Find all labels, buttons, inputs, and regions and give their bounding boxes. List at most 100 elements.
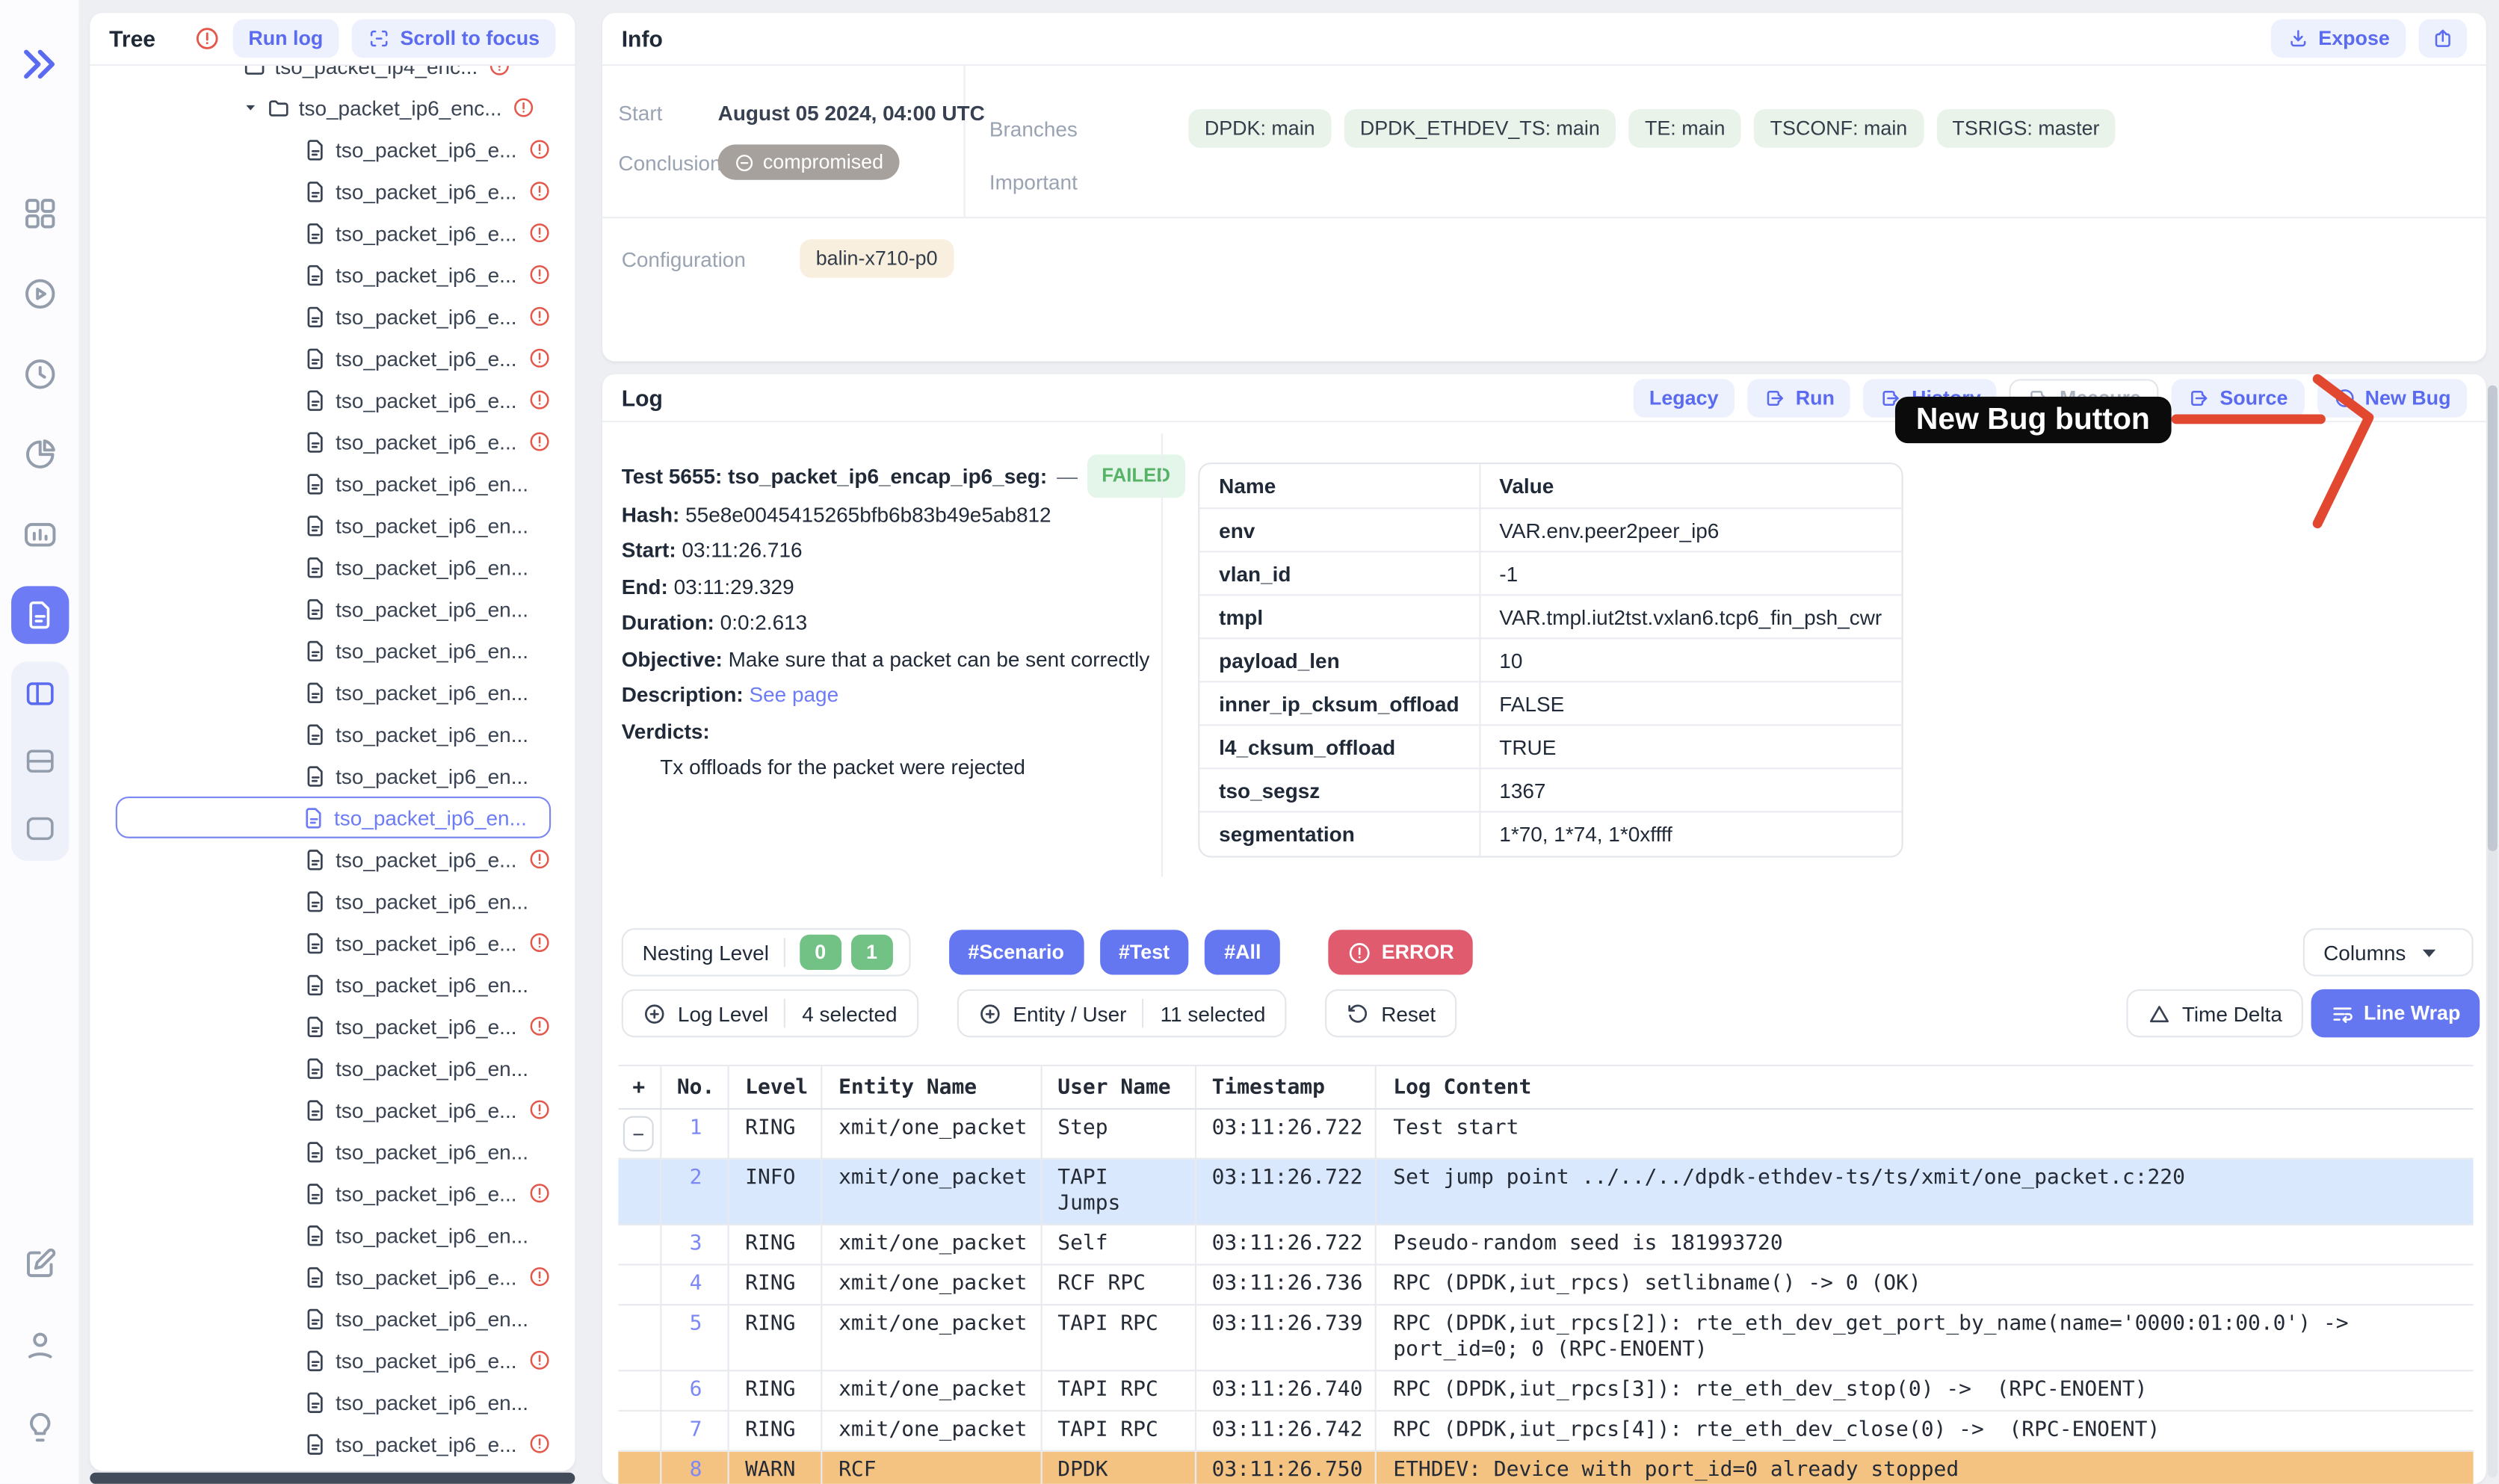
tree-item[interactable]: tso_packet_ip6_e... bbox=[90, 212, 575, 254]
edit-icon[interactable] bbox=[22, 1246, 57, 1282]
legacy-button[interactable]: Legacy bbox=[1633, 378, 1735, 417]
scenario-filter-button[interactable]: #Scenario bbox=[949, 930, 1084, 974]
log-filter-row-2: Log Level 4 selected Entity / User 11 se… bbox=[622, 989, 1457, 1037]
log-row-expand-cell bbox=[618, 1411, 660, 1451]
tree-item[interactable]: tso_packet_ip6_e... bbox=[90, 922, 575, 964]
expose-button[interactable]: Expose bbox=[2270, 19, 2406, 58]
tree-item[interactable]: tso_packet_ip6_en... bbox=[90, 671, 575, 713]
columns-dropdown[interactable]: Columns bbox=[2302, 928, 2473, 976]
dashboard-icon[interactable] bbox=[22, 196, 57, 231]
parameter-row: tso_segsz1367 bbox=[1199, 769, 1901, 812]
tree-item[interactable]: tso_packet_ip6_e... bbox=[90, 1339, 575, 1381]
caret-down-icon bbox=[243, 99, 259, 115]
tree-item-label: tso_packet_ip6_en... bbox=[334, 806, 527, 829]
tree-item[interactable]: tso_packet_ip6_en... bbox=[90, 1214, 575, 1256]
tree-item[interactable]: tso_packet_ip6_en... bbox=[90, 1465, 575, 1471]
line-wrap-button[interactable]: Line Wrap bbox=[2311, 989, 2480, 1037]
log-row-timestamp: 03:11:26.736 bbox=[1195, 1264, 1377, 1305]
tree-item[interactable]: tso_packet_ip6_e... bbox=[90, 1423, 575, 1465]
scroll-to-focus-button[interactable]: Scroll to focus bbox=[352, 19, 556, 58]
tree-warning-icon bbox=[194, 25, 219, 51]
test-filter-button[interactable]: #Test bbox=[1099, 930, 1189, 974]
log-row-number[interactable]: 5 bbox=[660, 1305, 728, 1370]
see-page-link[interactable]: See page bbox=[749, 682, 838, 706]
tree-item[interactable]: tso_packet_ip4_enc... bbox=[90, 66, 575, 87]
time-delta-button[interactable]: Time Delta bbox=[2126, 989, 2303, 1037]
all-filter-button[interactable]: #All bbox=[1205, 930, 1280, 974]
file-icon bbox=[303, 889, 327, 913]
square-panel-icon[interactable] bbox=[23, 812, 55, 844]
panel-left-icon[interactable] bbox=[23, 678, 55, 710]
log-row-timestamp: 03:11:26.722 bbox=[1195, 1225, 1377, 1265]
log-row-level: RING bbox=[729, 1305, 822, 1370]
user-icon[interactable] bbox=[22, 1329, 57, 1364]
bar-chart-icon[interactable] bbox=[22, 517, 57, 552]
tree-item[interactable]: tso_packet_ip6_e... bbox=[90, 254, 575, 296]
tree-item[interactable]: tso_packet_ip6_e... bbox=[90, 129, 575, 170]
tree-item[interactable]: tso_packet_ip6_en... bbox=[90, 755, 575, 797]
log-row-number[interactable]: 1 bbox=[660, 1109, 728, 1159]
log-row-number[interactable]: 8 bbox=[660, 1451, 728, 1484]
tree-item[interactable]: tso_packet_ip6_en... bbox=[90, 880, 575, 922]
log-row-number[interactable]: 2 bbox=[660, 1159, 728, 1225]
entity-user-filter[interactable]: Entity / User 11 selected bbox=[957, 989, 1286, 1037]
conclusion-badge: compromised bbox=[718, 144, 900, 179]
tree-item[interactable]: tso_packet_ip6_e... bbox=[90, 170, 575, 212]
tree-item[interactable]: tso_packet_ip6_e... bbox=[90, 337, 575, 379]
file-icon bbox=[303, 930, 327, 954]
tree-horizontal-scrollbar[interactable] bbox=[90, 1473, 575, 1484]
share-button[interactable] bbox=[2419, 19, 2467, 58]
run-log-button[interactable]: Run log bbox=[232, 19, 339, 58]
tree-item[interactable]: tso_packet_ip6_en... bbox=[90, 1131, 575, 1172]
log-level-filter[interactable]: Log Level 4 selected bbox=[622, 989, 918, 1037]
log-row-user: Step bbox=[1041, 1109, 1195, 1159]
parameter-name: tmpl bbox=[1199, 596, 1480, 639]
tree-item[interactable]: tso_packet_ip6_e... bbox=[90, 295, 575, 337]
tree-item[interactable]: tso_packet_ip6_en... bbox=[90, 963, 575, 1005]
tree-item[interactable]: tso_packet_ip6_e... bbox=[90, 1005, 575, 1047]
tree-item[interactable]: tso_packet_ip6_enc... bbox=[90, 87, 575, 129]
collapse-row-button[interactable] bbox=[623, 1116, 654, 1151]
tree-item[interactable]: tso_packet_ip6_en... bbox=[90, 1381, 575, 1423]
tree-item[interactable]: tso_packet_ip6_en... bbox=[90, 629, 575, 671]
tree-item[interactable]: tso_packet_ip6_e... bbox=[90, 421, 575, 463]
log-table: +No.LevelEntity NameUser NameTimestampLo… bbox=[618, 1065, 2473, 1484]
log-row-number[interactable]: 3 bbox=[660, 1225, 728, 1265]
expand-all-header[interactable]: + bbox=[618, 1066, 660, 1109]
log-row-number[interactable]: 6 bbox=[660, 1370, 728, 1411]
app-window: Tree Run log Scroll to focus tso_packet_… bbox=[0, 0, 2499, 1484]
tree-item[interactable]: tso_packet_ip6_e... bbox=[90, 1089, 575, 1131]
log-row-number[interactable]: 4 bbox=[660, 1264, 728, 1305]
panel-rows-icon[interactable] bbox=[23, 745, 55, 777]
runs-icon[interactable] bbox=[22, 276, 57, 312]
tree-item[interactable]: tso_packet_ip6_en... bbox=[90, 504, 575, 546]
help-icon[interactable] bbox=[22, 1410, 57, 1445]
nesting-level-0-button[interactable]: 0 bbox=[800, 935, 841, 970]
tree-item[interactable]: tso_packet_ip6_en... bbox=[90, 588, 575, 630]
tree-item[interactable]: tso_packet_ip6_e... bbox=[90, 838, 575, 880]
sidebar-item-log-active[interactable] bbox=[10, 586, 68, 643]
error-filter-button[interactable]: ERROR bbox=[1329, 930, 1474, 974]
branch-chip: TSCONF: main bbox=[1754, 109, 1924, 148]
tree-item[interactable]: tso_packet_ip6_en... bbox=[90, 1297, 575, 1339]
tree-item[interactable]: tso_packet_ip6_en... bbox=[90, 713, 575, 755]
tree-item[interactable]: tso_packet_ip6_e... bbox=[90, 1172, 575, 1214]
parameter-value: TRUE bbox=[1480, 726, 1901, 769]
file-icon bbox=[303, 1223, 327, 1247]
tree-item[interactable]: tso_packet_ip6_en... bbox=[90, 463, 575, 504]
run-button[interactable]: Run bbox=[1747, 378, 1850, 417]
log-vertical-divider bbox=[1161, 433, 1163, 877]
tree-item[interactable]: tso_packet_ip6_en... bbox=[90, 1047, 575, 1089]
pie-chart-icon[interactable] bbox=[22, 437, 57, 472]
nesting-level-1-button[interactable]: 1 bbox=[851, 935, 893, 970]
app-logo-chevrons-icon[interactable] bbox=[19, 43, 61, 85]
tree-item[interactable]: tso_packet_ip6_e... bbox=[90, 379, 575, 421]
tree-item[interactable]: tso_packet_ip6_e... bbox=[90, 1256, 575, 1298]
history-icon[interactable] bbox=[22, 356, 57, 392]
reset-button[interactable]: Reset bbox=[1325, 989, 1457, 1037]
log-row-number[interactable]: 7 bbox=[660, 1411, 728, 1451]
log-row-timestamp: 03:11:26.742 bbox=[1195, 1411, 1377, 1451]
tree-item[interactable]: tso_packet_ip6_en... bbox=[90, 546, 575, 588]
tree-item[interactable]: tso_packet_ip6_en... bbox=[116, 797, 551, 838]
log-scrollbar-thumb[interactable] bbox=[2488, 386, 2498, 851]
